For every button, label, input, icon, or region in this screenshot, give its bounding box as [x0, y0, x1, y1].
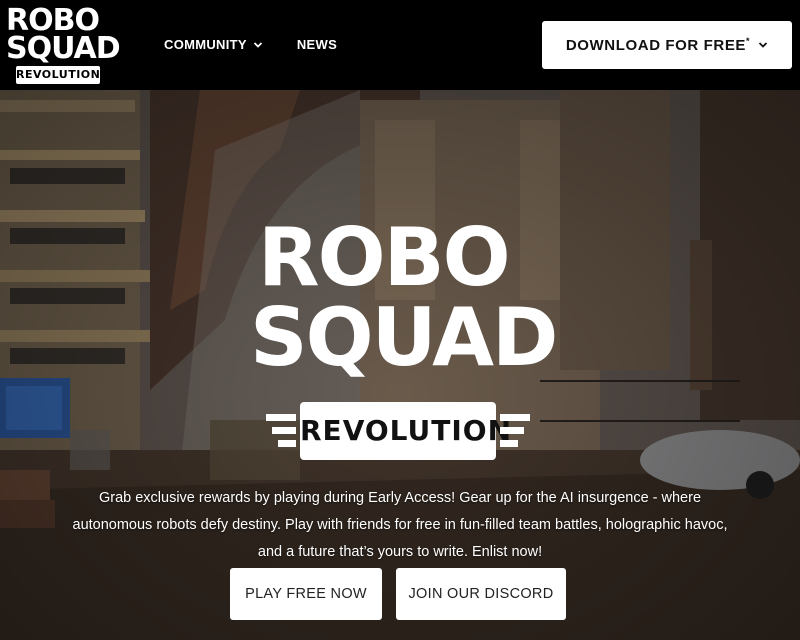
hero-description: Grab exclusive rewards by playing during…: [72, 489, 728, 560]
download-for-free-button[interactable]: DOWNLOAD FOR FREE*: [542, 21, 792, 69]
nav-community[interactable]: COMMUNITY: [164, 37, 263, 52]
download-label: DOWNLOAD FOR FREE*: [565, 36, 751, 54]
top-navigation: ROBO SQUAD REVOLUTION COMMUNITY NEWS DOW…: [0, 0, 800, 90]
nav-links: COMMUNITY NEWS: [164, 37, 337, 52]
robo-squad-logo[interactable]: ROBO SQUAD REVOLUTION: [4, 4, 121, 86]
chevron-down-icon: [759, 42, 768, 48]
hero-logo-banner: REVOLUTION: [266, 402, 530, 460]
join-discord-label: JOIN OUR DISCORD: [408, 586, 554, 602]
nav-news[interactable]: NEWS: [297, 37, 337, 52]
play-free-now-button[interactable]: PLAY FREE NOW: [230, 568, 382, 620]
join-discord-button[interactable]: JOIN OUR DISCORD: [396, 568, 566, 620]
hero-banner-plate: REVOLUTION: [300, 402, 513, 460]
logo-banner-text: REVOLUTION: [16, 68, 101, 81]
hero-logo-line-1: ROBO: [258, 211, 511, 304]
chevron-down-icon: [253, 41, 262, 48]
hero-banner-text: REVOLUTION: [300, 414, 513, 447]
logo-line-2: SQUAD: [6, 31, 121, 66]
play-free-now-label: PLAY FREE NOW: [245, 586, 367, 602]
hero-logo-line-2: SQUAD: [250, 291, 558, 384]
nav-community-label: COMMUNITY: [164, 37, 247, 52]
logo-banner: REVOLUTION: [16, 66, 100, 84]
nav-news-label: NEWS: [296, 37, 338, 52]
hero-section: ROBO SQUAD REVOLUTION Grab exclusive rew…: [0, 90, 800, 640]
